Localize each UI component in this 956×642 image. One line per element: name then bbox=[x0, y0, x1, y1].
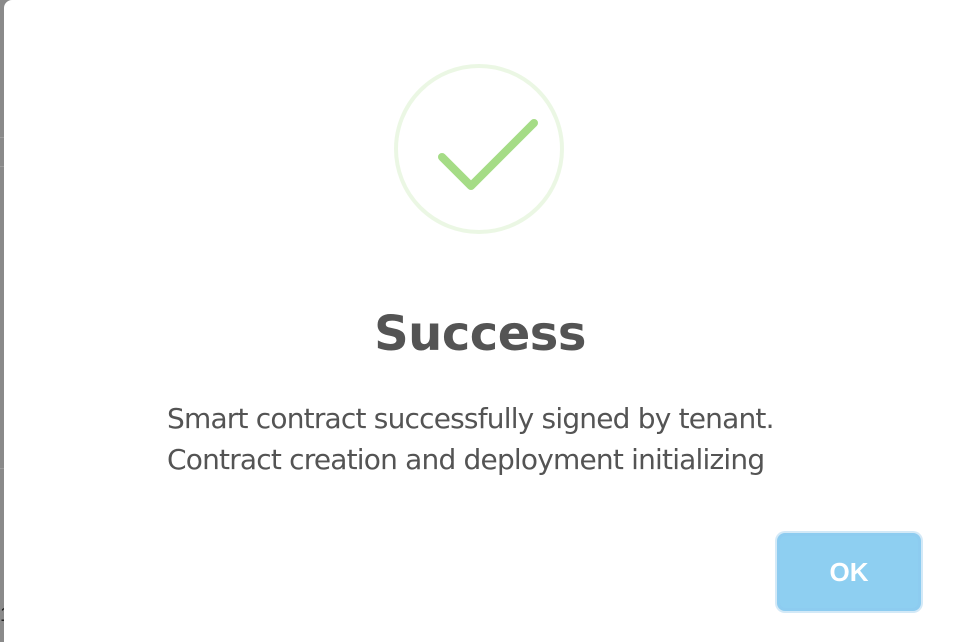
ok-button[interactable]: OK bbox=[777, 533, 921, 611]
success-dialog: Success Smart contract successfully sign… bbox=[4, 0, 956, 642]
checkmark-stroke bbox=[438, 119, 538, 190]
checkmark-icon bbox=[438, 119, 538, 190]
dialog-message-line: Smart contract successfully signed by te… bbox=[167, 402, 775, 435]
success-checkmark-icon bbox=[394, 64, 564, 234]
dialog-message: Smart contract successfully signed by te… bbox=[167, 398, 867, 480]
dialog-title: Success bbox=[374, 306, 586, 362]
dialog-message-line: Contract creation and deployment initial… bbox=[167, 443, 765, 476]
